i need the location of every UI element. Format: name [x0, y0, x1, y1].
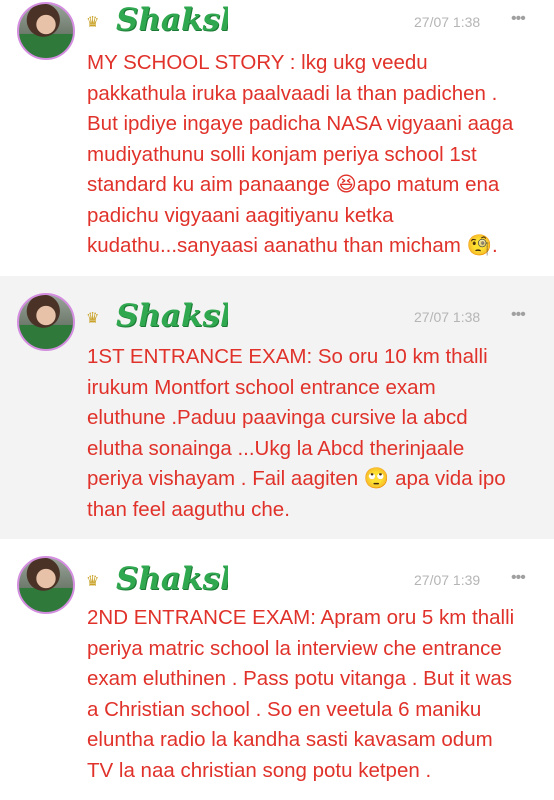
- post-3: ♛ Shakshi 27/07 1:39 ••• 2ND ENTRANCE EX…: [0, 539, 554, 800]
- author-name[interactable]: Shakshi: [116, 296, 228, 336]
- crown-icon: ♛: [86, 310, 100, 327]
- post-body: 2ND ENTRANCE EXAM: Apram oru 5 km thalli…: [87, 606, 515, 782]
- post-body: 1ST ENTRANCE EXAM: So oru 10 km thalli i…: [87, 345, 506, 521]
- crown-icon: ♛: [86, 573, 100, 590]
- author-name[interactable]: Shakshi: [116, 0, 228, 40]
- post-1: ♛ Shakshi 27/07 1:38 ••• MY SCHOOL STORY…: [0, 0, 554, 276]
- more-options-icon[interactable]: •••: [511, 306, 526, 324]
- more-options-icon[interactable]: •••: [511, 569, 526, 587]
- post-time: 27/07 1:39: [414, 572, 481, 588]
- avatar[interactable]: [17, 2, 75, 60]
- crown-icon: ♛: [86, 14, 100, 31]
- more-options-icon[interactable]: •••: [511, 10, 526, 28]
- post-time: 27/07 1:38: [414, 14, 481, 30]
- post-2: ♛ Shakshi 27/07 1:38 ••• 1ST ENTRANCE EX…: [0, 276, 554, 539]
- avatar[interactable]: [17, 293, 75, 351]
- post-time: 27/07 1:38: [414, 309, 481, 325]
- author-name[interactable]: Shakshi: [116, 559, 228, 599]
- avatar[interactable]: [17, 556, 75, 614]
- post-body: MY SCHOOL STORY : lkg ukg veedu pakkathu…: [87, 51, 514, 257]
